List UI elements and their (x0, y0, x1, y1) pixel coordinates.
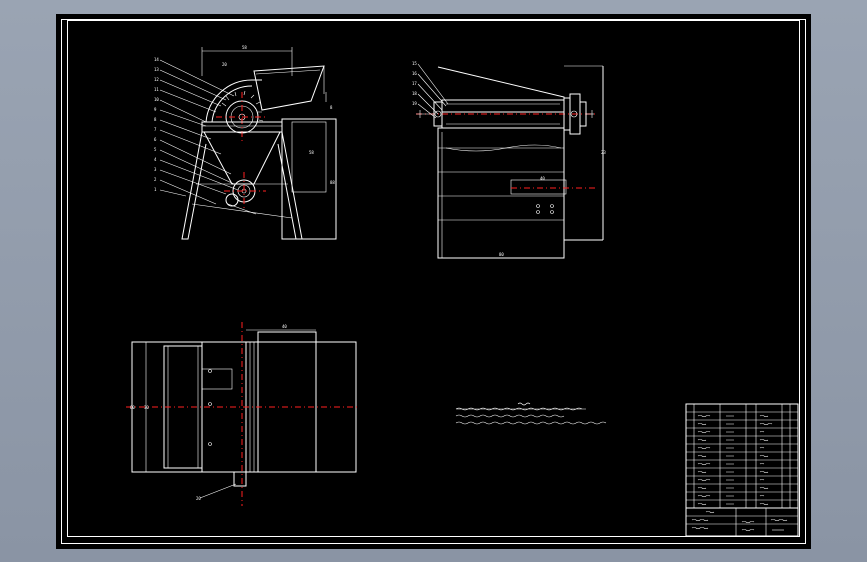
part-label: 18 (412, 91, 417, 96)
part-label: 3 (154, 167, 157, 172)
dim-right-height: 58 (309, 150, 314, 155)
part-label: 8 (154, 117, 157, 122)
cad-viewport[interactable]: 58 20 58 88 8 14 13 12 11 10 9 8 7 6 5 4… (0, 0, 867, 562)
part-label: 5 (154, 147, 157, 152)
side-part-labels: 15 16 17 18 19 (412, 61, 417, 106)
inner-border (67, 20, 800, 537)
dim-small-right: 8 (330, 105, 333, 110)
dim-side-right-height: 23 (601, 150, 606, 155)
dim-height-total: 88 (330, 180, 335, 185)
dim-feed-angle: 20 (222, 62, 227, 67)
drawing-canvas: 58 20 58 88 8 14 13 12 11 10 9 8 7 6 5 4… (61, 19, 806, 544)
part-label: 1 (154, 187, 157, 192)
part-label: 12 (154, 77, 159, 82)
dim-plan-left: 60 (130, 405, 135, 410)
part-label: 10 (154, 97, 159, 102)
dim-inner: 40 (540, 176, 545, 181)
part-label: 11 (154, 87, 159, 92)
dim-plan-left-inner: 30 (144, 405, 149, 410)
dim-plan-top: 40 (282, 324, 287, 329)
part-label: 7 (154, 127, 157, 132)
dim-top-width: 58 (242, 45, 247, 50)
part-label: 4 (154, 157, 157, 162)
part-label: 16 (412, 71, 417, 76)
part-label: 2 (154, 177, 157, 182)
plan-view: 20 40 60 30 (126, 322, 358, 506)
part-label: 15 (412, 61, 417, 66)
front-part-labels: 14 13 12 11 10 9 8 7 6 5 4 3 2 1 (154, 57, 159, 192)
dim-bottom-width: 80 (499, 252, 504, 257)
technical-requirements-notes (455, 402, 607, 425)
part-label: 9 (154, 107, 157, 112)
part-label: 14 (154, 57, 159, 62)
title-block (685, 403, 799, 537)
front-view: 58 20 58 88 8 14 13 12 11 10 9 8 7 6 5 4… (154, 45, 337, 240)
side-view: 40 80 23 15 16 17 18 19 (412, 61, 606, 259)
part-label: 6 (154, 137, 157, 142)
part-label: 13 (154, 67, 159, 72)
drawing-sheet: 58 20 58 88 8 14 13 12 11 10 9 8 7 6 5 4… (56, 14, 811, 549)
part-label: 17 (412, 81, 417, 86)
dim-plan-bottom: 20 (196, 496, 201, 501)
part-label: 19 (412, 101, 417, 106)
